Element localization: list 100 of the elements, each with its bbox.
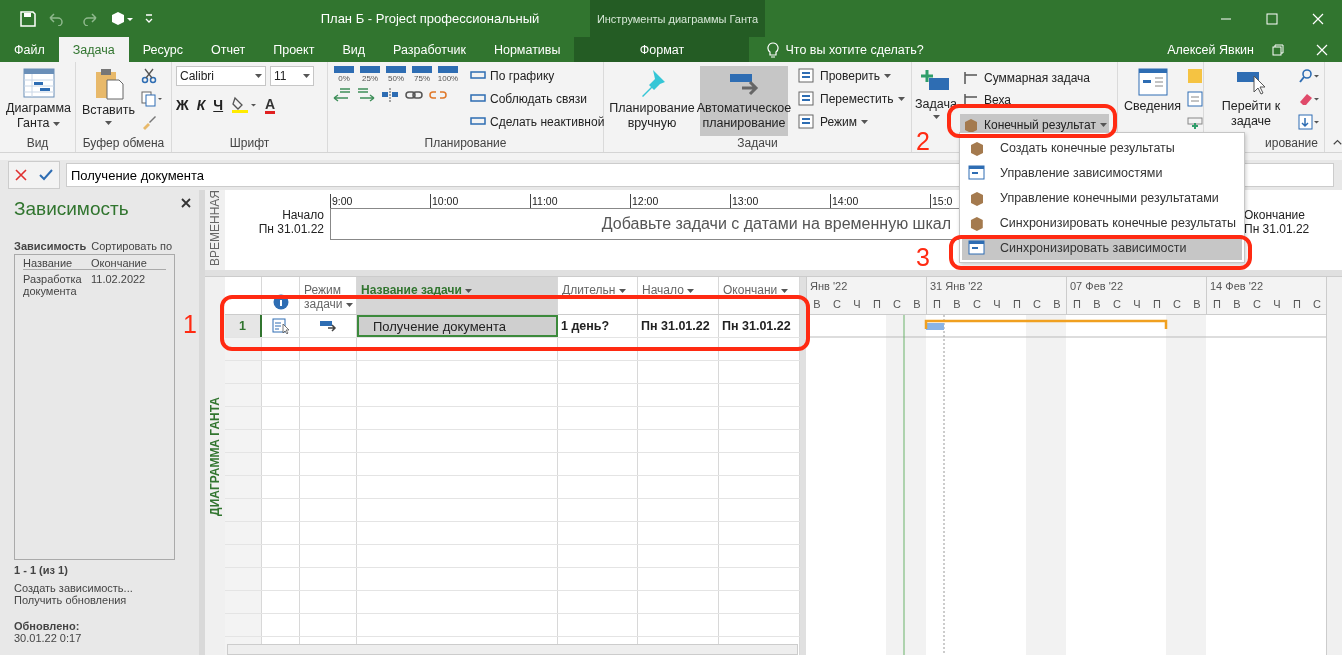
gantt-chart-button[interactable]: Диаграмма Ганта [4,66,73,133]
day-label: П [872,297,882,312]
caret-icon [465,288,473,293]
paste-button[interactable]: Вставить [80,66,137,127]
horizontal-scrollbar[interactable] [227,644,798,655]
information-button[interactable]: Сведения [1122,66,1184,116]
item-count: 1 - 1 (из 1) [14,564,69,576]
context-title: Инструменты диаграммы Ганта [590,0,765,37]
sort-link[interactable]: Сортировать по [91,240,173,252]
scheduling-mode-button[interactable]: Планирование вручную [608,66,696,136]
insert-command[interactable]: Суммарная задача [960,68,1109,87]
copy-icon[interactable] [141,91,163,107]
ribbon-tab[interactable]: Разработчик [379,37,480,62]
bracket-icon [962,70,980,85]
bracket-icon [962,92,980,107]
annotation-number: 3 [916,243,930,272]
insert-command[interactable]: Веха [960,90,1109,109]
bar-icon [412,66,432,73]
ribbon-tab[interactable]: Ресурс [128,37,197,62]
pane-title: Зависимость [14,198,129,220]
ribbon-tab[interactable]: Файл [0,37,59,62]
outdent-icon[interactable] [332,87,352,103]
day-label: П [1292,297,1302,312]
maximize-icon[interactable] [1266,12,1278,25]
scroll-to-task-button[interactable]: Перейти к задаче [1208,66,1294,131]
ribbon-tab[interactable]: Задача [58,37,129,62]
pane-link[interactable]: Получить обновления [14,594,199,606]
week-label: 31 Янв '22 [929,279,984,294]
restore-icon[interactable] [1272,43,1284,56]
percent-complete-button[interactable]: 25% [358,66,382,83]
box-icon [968,214,986,231]
customize-icon[interactable] [144,12,154,25]
add-timeline-icon[interactable] [1187,114,1204,130]
group-label: Вид [25,136,50,152]
indent-icon[interactable] [356,87,376,103]
ribbon-tab[interactable]: Формат [574,37,750,62]
group-label: Буфер обмена [81,136,166,152]
bar-icon [438,66,458,73]
menu-item[interactable]: Управление зависимостями [962,160,1242,185]
menu-item[interactable]: Создать конечные результаты [962,135,1242,160]
scissors-icon[interactable] [141,68,157,84]
underline-button[interactable]: Ч [213,97,224,113]
ribbon-tab[interactable]: Вид [328,37,380,62]
caret-icon [861,119,868,124]
task-command[interactable]: Переместить [796,89,907,108]
window-icon [968,164,986,181]
ribbon-tab[interactable]: Отчет [197,37,260,62]
group-label: ирование [1264,136,1319,152]
font-color-button[interactable]: A [265,96,276,114]
week-label: 14 Фев '22 [1209,279,1264,294]
check-icon[interactable] [39,169,53,181]
form-icon [798,67,816,84]
caret-icon [52,121,60,126]
percent-complete-button[interactable]: 0% [332,66,356,83]
close-icon[interactable] [181,198,191,208]
day-label: Ч [1132,297,1142,312]
font-size-field[interactable]: 11 [270,66,314,86]
hour-tick: 14:00 [830,194,930,208]
ribbon-tab[interactable]: Нормативы [479,37,575,62]
ribbon-tab[interactable]: Проект [259,37,329,62]
task-bar[interactable] [924,319,1168,330]
hour-tick: 13:00 [730,194,830,208]
italic-button[interactable]: К [196,97,206,113]
fill-down-icon[interactable] [1298,114,1320,130]
save-icon[interactable] [20,10,36,27]
bold-button[interactable]: Ж [176,97,189,113]
auto-scheduled-icon [319,320,337,332]
percent-complete-button[interactable]: 75% [410,66,434,83]
dependency-name[interactable]: Разработка документа [23,273,89,297]
eraser-icon[interactable] [1298,91,1320,107]
schedule-command[interactable]: Сделать неактивной [468,112,607,131]
column-header[interactable]: Начало [638,277,719,314]
schedule-command[interactable]: По графику [468,66,607,85]
day-label: П [1212,297,1222,312]
percent-complete-button[interactable]: 50% [384,66,408,83]
collapse-ribbon-icon[interactable] [1333,138,1342,146]
timeline-start-label: Начало [282,208,324,222]
split-task-icon[interactable] [380,87,400,103]
vertical-scrollbar[interactable] [1326,277,1342,655]
percent-complete-button[interactable]: 100% [436,66,460,83]
font-family-field[interactable]: Calibri [176,66,266,86]
bar-icon [334,66,354,73]
details-icon[interactable] [1187,91,1204,107]
tell-me-field[interactable]: Что вы хотите сделать? [785,42,924,57]
cube-icon[interactable] [110,10,134,27]
cancel-icon[interactable] [15,169,27,181]
day-label: П [932,297,942,312]
day-label: В [812,297,822,312]
pane-link[interactable]: Создать зависимость... [14,582,199,594]
user-name[interactable]: Алексей Явкин [1167,37,1254,62]
fill-color-icon[interactable] [231,96,258,114]
schedule-command[interactable]: Соблюдать связи [468,89,607,108]
notes-indicator-icon [271,318,290,334]
task-command[interactable]: Режим [796,112,907,131]
task-name-cell[interactable]: Получение документа [357,315,558,337]
column-header[interactable]: Длительн [558,277,638,314]
caret-icon [884,73,891,78]
box-icon [968,139,986,156]
search-icon[interactable] [1298,68,1320,84]
task-command[interactable]: Проверить [796,66,907,85]
